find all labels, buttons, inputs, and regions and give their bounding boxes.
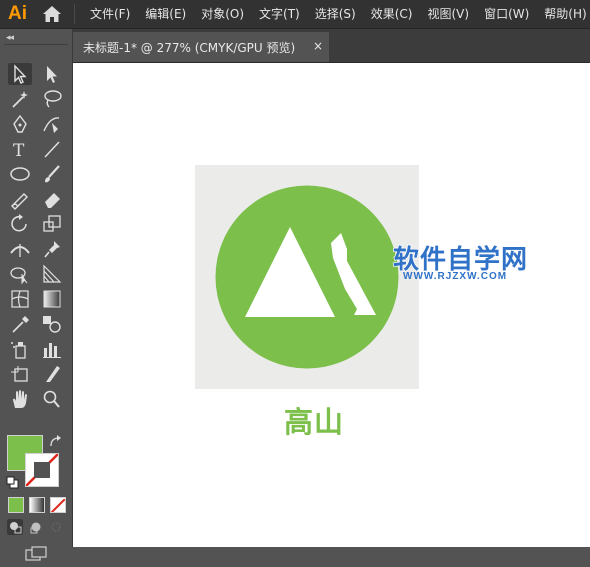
selection-tool-icon[interactable] bbox=[8, 63, 32, 85]
ellipse-tool-icon[interactable] bbox=[8, 163, 32, 185]
document-tab[interactable]: 未标题-1* @ 277% (CMYK/GPU 预览) × bbox=[73, 32, 329, 62]
none-mode-button[interactable] bbox=[50, 497, 66, 513]
menu-edit[interactable]: 编辑(E) bbox=[145, 0, 186, 28]
stroke-swatch[interactable] bbox=[25, 453, 59, 487]
rotate-tool-icon[interactable] bbox=[8, 213, 32, 235]
document-tab-bar: 未标题-1* @ 277% (CMYK/GPU 预览) × bbox=[73, 29, 590, 63]
menu-help[interactable]: 帮助(H) bbox=[544, 0, 586, 28]
swap-fill-stroke-icon[interactable] bbox=[47, 433, 63, 447]
menu-object[interactable]: 对象(O) bbox=[201, 0, 244, 28]
watermark: 软件自学网 WWW.RJZXW.COM bbox=[392, 239, 543, 289]
zoom-tool-icon[interactable] bbox=[40, 388, 64, 410]
mesh-tool-icon[interactable] bbox=[8, 288, 32, 310]
type-tool-icon[interactable]: T bbox=[8, 138, 32, 161]
eraser-tool-icon[interactable] bbox=[40, 188, 64, 210]
gradient-mode-button[interactable] bbox=[29, 497, 45, 513]
close-icon[interactable]: × bbox=[313, 38, 323, 54]
puppet-warp-tool-icon[interactable] bbox=[40, 238, 64, 260]
menu-view[interactable]: 视图(V) bbox=[427, 0, 469, 28]
draw-inside-icon[interactable] bbox=[48, 519, 64, 535]
svg-text:T: T bbox=[13, 141, 25, 160]
menu-type[interactable]: 文字(T) bbox=[259, 0, 300, 28]
artwork-background[interactable] bbox=[195, 165, 419, 389]
column-graph-tool-icon[interactable] bbox=[40, 338, 64, 360]
shape-builder-tool-icon[interactable] bbox=[8, 263, 32, 285]
menu-separator bbox=[74, 4, 75, 24]
mountain-logo-icon[interactable] bbox=[195, 165, 419, 389]
menu-window[interactable]: 窗口(W) bbox=[484, 0, 529, 28]
artboard-tool-icon[interactable] bbox=[8, 363, 32, 385]
paintbrush-tool-icon[interactable] bbox=[40, 163, 64, 185]
symbol-sprayer-tool-icon[interactable] bbox=[8, 338, 32, 360]
collapse-panel-icon[interactable]: ◂◂ bbox=[6, 33, 14, 43]
hand-tool-icon[interactable] bbox=[8, 388, 32, 410]
curvature-tool-icon[interactable] bbox=[40, 113, 64, 135]
shaper-tool-icon[interactable] bbox=[8, 188, 32, 210]
draw-behind-icon[interactable] bbox=[28, 519, 44, 535]
tools-panel: ◂◂ T bbox=[0, 29, 73, 561]
pen-tool-icon[interactable] bbox=[8, 113, 32, 135]
width-tool-icon[interactable] bbox=[8, 238, 32, 260]
menu-effect[interactable]: 效果(C) bbox=[371, 0, 413, 28]
direct-selection-tool-icon[interactable] bbox=[40, 63, 64, 85]
menu-select[interactable]: 选择(S) bbox=[315, 0, 356, 28]
menu-bar: Ai 文件(F) 编辑(E) 对象(O) 文字(T) 选择(S) 效果(C) 视… bbox=[0, 0, 590, 29]
artwork-caption: 高山 bbox=[283, 405, 344, 439]
draw-normal-icon[interactable] bbox=[7, 519, 23, 535]
main-menu: 文件(F) 编辑(E) 对象(O) 文字(T) 选择(S) 效果(C) 视图(V… bbox=[90, 0, 590, 28]
scale-tool-icon[interactable] bbox=[40, 213, 64, 235]
gradient-tool-icon[interactable] bbox=[40, 288, 64, 310]
line-segment-tool-icon[interactable] bbox=[40, 138, 64, 160]
stroke-hole bbox=[34, 462, 50, 478]
canvas[interactable]: 高山 软件自学网 WWW.RJZXW.COM bbox=[73, 63, 590, 547]
watermark-url: WWW.RJZXW.COM bbox=[403, 271, 508, 282]
panel-divider bbox=[4, 44, 68, 45]
lasso-tool-icon[interactable] bbox=[40, 88, 64, 110]
change-screen-mode-icon[interactable] bbox=[24, 545, 48, 563]
blend-tool-icon[interactable] bbox=[40, 313, 64, 335]
app-logo: Ai bbox=[8, 3, 27, 24]
perspective-grid-tool-icon[interactable] bbox=[40, 263, 64, 285]
color-mode-button[interactable] bbox=[8, 497, 24, 513]
document-tab-label: 未标题-1* @ 277% (CMYK/GPU 预览) bbox=[83, 41, 296, 55]
menu-file[interactable]: 文件(F) bbox=[90, 0, 130, 28]
default-fill-stroke-icon[interactable] bbox=[6, 475, 20, 489]
home-icon[interactable] bbox=[42, 5, 62, 23]
slice-tool-icon[interactable] bbox=[40, 363, 64, 385]
magic-wand-tool-icon[interactable] bbox=[8, 88, 32, 110]
eyedropper-tool-icon[interactable] bbox=[8, 313, 32, 335]
